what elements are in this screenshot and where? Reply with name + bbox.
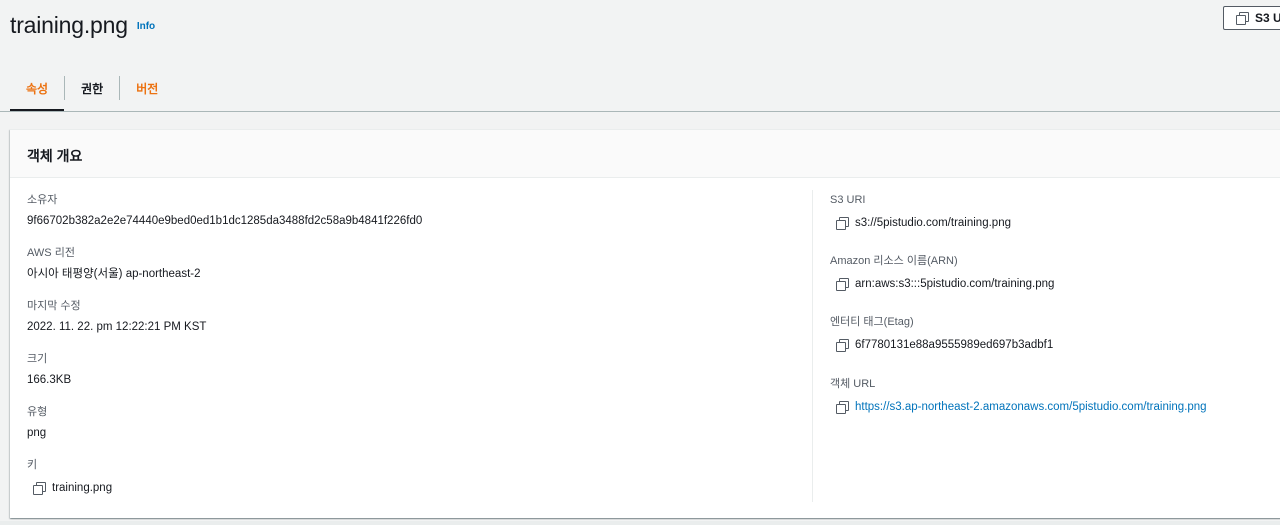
panel-title: 객체 개요: [27, 148, 83, 164]
etag-value: 6f7780131e88a9555989ed697b3adbf1: [855, 339, 1054, 351]
copy-icon[interactable]: [33, 482, 46, 495]
bottom-divider: [0, 521, 1280, 525]
arn-value: arn:aws:s3:::5pistudio.com/training.png: [855, 278, 1055, 290]
panel-header: 객체 개요: [10, 130, 1280, 178]
type-value: png: [27, 427, 47, 439]
owner-field: 소유자 9f66702b382a2e2e74440e9bed0ed1b1dc12…: [27, 193, 422, 228]
arn-copy-row: arn:aws:s3:::5pistudio.com/training.png: [836, 277, 1054, 291]
object-url-copy-row: https://s3.ap-northeast-2.amazonaws.com/…: [836, 400, 1207, 414]
last-modified-value: 2022. 11. 22. pm 12:22:21 PM KST: [27, 321, 207, 333]
size-field: 크기 166.3KB: [27, 352, 71, 387]
key-copy-row: training.png: [33, 481, 112, 495]
key-label: 키: [27, 459, 38, 471]
copy-icon: [1236, 12, 1249, 25]
info-link[interactable]: Info: [137, 21, 155, 32]
size-label: 크기: [27, 353, 48, 365]
tabs-divider: [0, 111, 1280, 112]
owner-value: 9f66702b382a2e2e74440e9bed0ed1b1dc1285da…: [27, 215, 423, 227]
region-label: AWS 리전: [27, 247, 75, 259]
last-modified-label: 마지막 수정: [27, 300, 81, 312]
arn-label: Amazon 리소스 이름(ARN): [830, 255, 958, 267]
object-url-label: 객체 URL: [830, 378, 876, 390]
s3-uri-field: S3 URI s3://5pistudio.com/training.png: [830, 193, 1011, 230]
tab-versions[interactable]: 버전: [120, 74, 174, 102]
arn-field: Amazon 리소스 이름(ARN) arn:aws:s3:::5pistudi…: [830, 254, 1054, 291]
s3-uri-value: s3://5pistudio.com/training.png: [855, 217, 1011, 229]
object-url-field: 객체 URL https://s3.ap-northeast-2.amazona…: [830, 377, 1207, 414]
object-url-link[interactable]: https://s3.ap-northeast-2.amazonaws.com/…: [855, 400, 1207, 414]
object-overview-panel: 객체 개요 소유자 9f66702b382a2e2e74440e9bed0ed1…: [10, 129, 1280, 518]
etag-copy-row: 6f7780131e88a9555989ed697b3adbf1: [836, 338, 1053, 352]
s3-uri-copy-row: s3://5pistudio.com/training.png: [836, 216, 1011, 230]
type-field: 유형 png: [27, 405, 47, 440]
region-field: AWS 리전 아시아 태평양(서울) ap-northeast-2: [27, 246, 200, 281]
etag-field: 엔터티 태그(Etag) 6f7780131e88a9555989ed697b3…: [830, 315, 1053, 352]
tab-properties[interactable]: 속성: [10, 74, 65, 112]
copy-icon[interactable]: [836, 339, 849, 352]
copy-s3-uri-button-label: S3 U: [1255, 11, 1280, 25]
page-title: training.png: [10, 12, 128, 38]
copy-icon[interactable]: [836, 217, 849, 230]
tab-bar: 속성 권한 버전: [10, 74, 174, 112]
copy-icon[interactable]: [836, 278, 849, 291]
tab-permissions[interactable]: 권한: [65, 74, 119, 102]
owner-label: 소유자: [27, 194, 58, 206]
size-value: 166.3KB: [27, 374, 72, 386]
copy-s3-uri-button[interactable]: S3 U: [1223, 6, 1280, 30]
page-header: training.png Info: [10, 12, 155, 39]
s3-uri-label: S3 URI: [830, 194, 866, 206]
key-value: training.png: [52, 482, 113, 494]
etag-label: 엔터티 태그(Etag): [830, 316, 914, 328]
column-divider: [812, 190, 813, 502]
copy-icon[interactable]: [836, 401, 849, 414]
region-value: 아시아 태평양(서울) ap-northeast-2: [27, 268, 201, 280]
last-modified-field: 마지막 수정 2022. 11. 22. pm 12:22:21 PM KST: [27, 299, 206, 334]
key-field: 키 training.png: [27, 458, 112, 495]
type-label: 유형: [27, 406, 48, 418]
